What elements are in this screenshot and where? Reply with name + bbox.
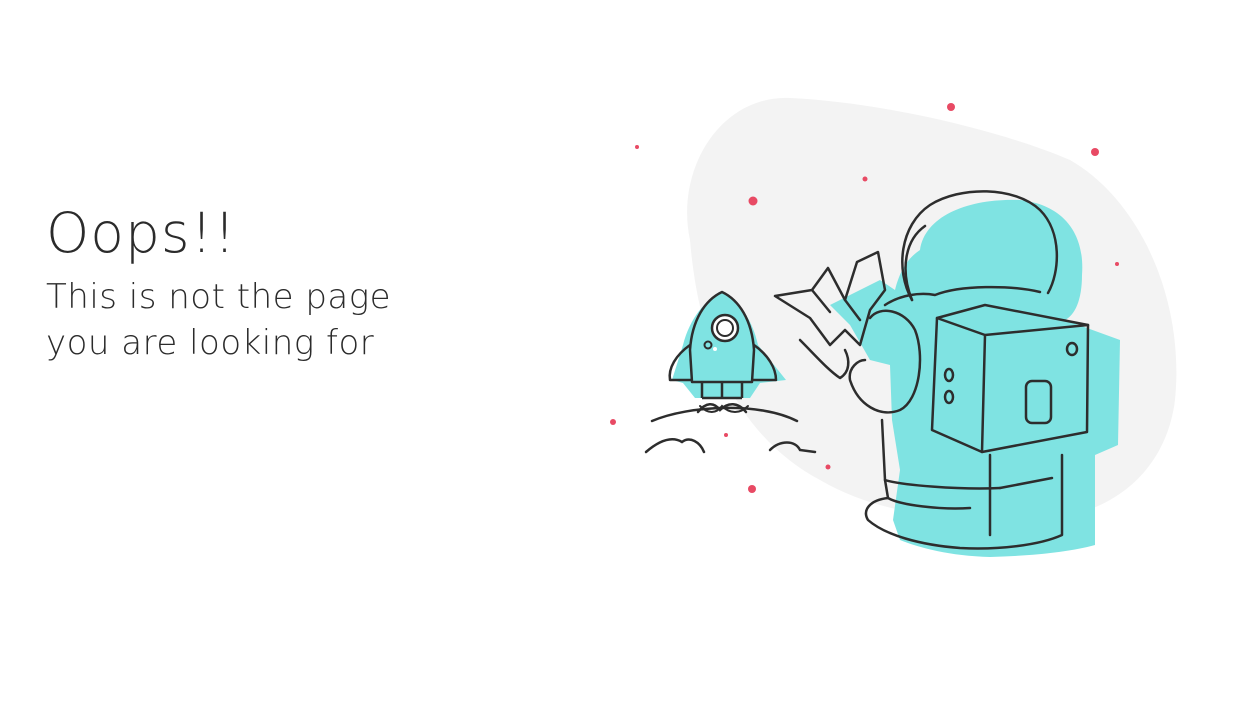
not-found-page: Oops!! This is not the page you are look… <box>0 0 1251 705</box>
error-message-block: Oops!! This is not the page you are look… <box>46 198 466 366</box>
error-description: This is not the page you are looking for <box>46 277 392 363</box>
error-headline: Oops!! <box>46 201 237 265</box>
astronaut-illustration <box>610 97 1177 557</box>
